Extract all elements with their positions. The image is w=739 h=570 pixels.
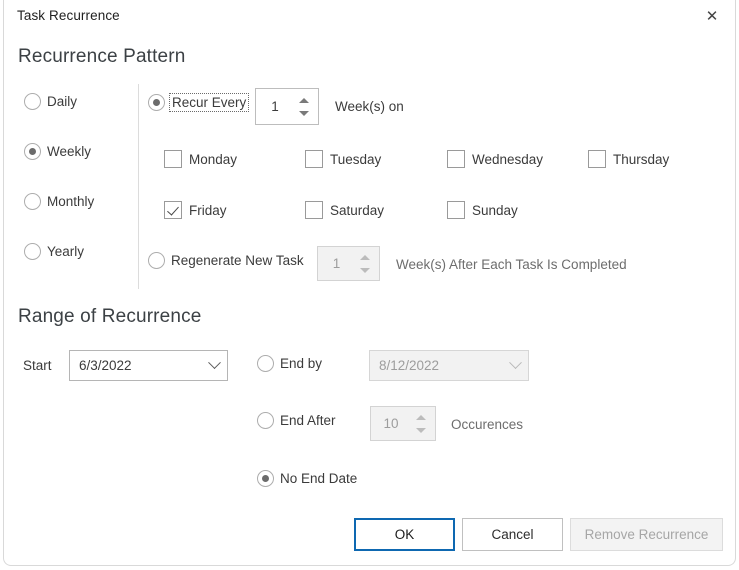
radio-weekly-indicator — [24, 143, 41, 160]
regenerate-interval-value: 1 — [332, 256, 341, 271]
checkbox-saturday[interactable]: Saturday — [305, 201, 384, 219]
radio-regenerate-new-task[interactable]: Regenerate New Task — [148, 252, 304, 269]
chevron-down-icon[interactable] — [299, 110, 309, 116]
title-bar: Task Recurrence ✕ — [4, 0, 735, 32]
radio-end-by-indicator — [257, 355, 274, 372]
checkbox-thursday-label: Thursday — [613, 151, 670, 167]
radio-regenerate-indicator — [148, 252, 165, 269]
close-icon[interactable]: ✕ — [689, 0, 735, 32]
radio-recur-every-label: Recur Every — [169, 93, 250, 112]
recur-interval-value: 1 — [271, 99, 279, 114]
radio-end-after-indicator — [257, 412, 274, 429]
checkbox-friday-label: Friday — [189, 202, 227, 218]
start-label: Start — [23, 358, 52, 373]
radio-yearly-indicator — [24, 243, 41, 260]
checkbox-wednesday-label: Wednesday — [472, 151, 544, 167]
recur-interval-spinner[interactable]: 1 — [255, 88, 319, 125]
radio-no-end-date-indicator — [257, 470, 274, 487]
radio-daily[interactable]: Daily — [24, 93, 77, 110]
start-date-combo[interactable]: 6/3/2022 — [69, 350, 228, 381]
end-after-occurrences-spinner: 10 — [370, 406, 436, 441]
checkbox-monday-box — [164, 150, 182, 168]
chevron-up-icon[interactable] — [299, 97, 309, 103]
radio-weekly[interactable]: Weekly — [24, 143, 91, 160]
checkbox-monday[interactable]: Monday — [164, 150, 237, 168]
regenerate-interval-spinner: 1 — [317, 246, 380, 281]
chevron-down-icon — [416, 427, 426, 433]
radio-yearly[interactable]: Yearly — [24, 243, 84, 260]
end-by-date-value: 8/12/2022 — [379, 358, 440, 373]
checkbox-tuesday-label: Tuesday — [330, 151, 382, 167]
regenerate-suffix-label: Week(s) After Each Task Is Completed — [396, 257, 627, 272]
checkbox-wednesday-box — [447, 150, 465, 168]
checkbox-friday-box — [164, 201, 182, 219]
radio-monthly[interactable]: Monthly — [24, 193, 94, 210]
recurrence-pattern-heading: Recurrence Pattern — [18, 46, 186, 67]
end-after-occurrences-arrows — [411, 407, 435, 440]
radio-recur-every[interactable]: Recur Every — [148, 93, 250, 112]
checkbox-thursday[interactable]: Thursday — [588, 150, 669, 168]
chevron-up-icon — [360, 254, 370, 260]
chevron-down-icon[interactable] — [201, 356, 227, 370]
radio-no-end-date[interactable]: No End Date — [257, 470, 357, 487]
range-of-recurrence-heading: Range of Recurrence — [18, 306, 202, 327]
radio-yearly-label: Yearly — [47, 244, 85, 259]
end-by-date-combo: 8/12/2022 — [369, 350, 529, 381]
recur-unit-label: Week(s) on — [335, 99, 404, 114]
checkbox-wednesday[interactable]: Wednesday — [447, 150, 543, 168]
checkbox-friday[interactable]: Friday — [164, 201, 227, 219]
radio-regenerate-label: Regenerate New Task — [171, 253, 304, 268]
recur-interval-arrows[interactable] — [294, 89, 318, 124]
task-recurrence-dialog: Task Recurrence ✕ Recurrence Pattern Dai… — [3, 0, 736, 566]
checkbox-saturday-box — [305, 201, 323, 219]
radio-daily-indicator — [24, 93, 41, 110]
end-after-occurrences-value: 10 — [383, 416, 399, 431]
checkbox-monday-label: Monday — [189, 151, 238, 167]
checkbox-sunday[interactable]: Sunday — [447, 201, 518, 219]
cancel-button[interactable]: Cancel — [462, 518, 563, 551]
checkbox-tuesday-box — [305, 150, 323, 168]
chevron-down-icon — [360, 267, 370, 273]
radio-end-by[interactable]: End by — [257, 355, 322, 372]
checkbox-tuesday[interactable]: Tuesday — [305, 150, 381, 168]
pattern-column-divider — [138, 84, 139, 289]
checkbox-sunday-box — [447, 201, 465, 219]
regenerate-interval-arrows — [355, 247, 379, 280]
radio-end-by-label: End by — [280, 356, 323, 371]
radio-end-after-label: End After — [280, 413, 336, 428]
radio-recur-every-indicator — [148, 94, 165, 111]
remove-recurrence-button: Remove Recurrence — [570, 518, 723, 551]
chevron-down-icon — [502, 356, 528, 370]
ok-button[interactable]: OK — [354, 518, 455, 551]
checkbox-thursday-box — [588, 150, 606, 168]
radio-monthly-indicator — [24, 193, 41, 210]
radio-no-end-date-label: No End Date — [280, 471, 358, 486]
radio-monthly-label: Monthly — [47, 194, 95, 209]
occurrences-label: Occurences — [451, 417, 524, 432]
checkbox-sunday-label: Sunday — [472, 202, 518, 218]
chevron-up-icon — [416, 414, 426, 420]
radio-weekly-label: Weekly — [47, 144, 92, 159]
start-date-value: 6/3/2022 — [79, 358, 132, 373]
checkbox-saturday-label: Saturday — [330, 202, 385, 218]
radio-daily-label: Daily — [47, 94, 78, 109]
radio-end-after[interactable]: End After — [257, 412, 336, 429]
dialog-title: Task Recurrence — [17, 8, 120, 23]
